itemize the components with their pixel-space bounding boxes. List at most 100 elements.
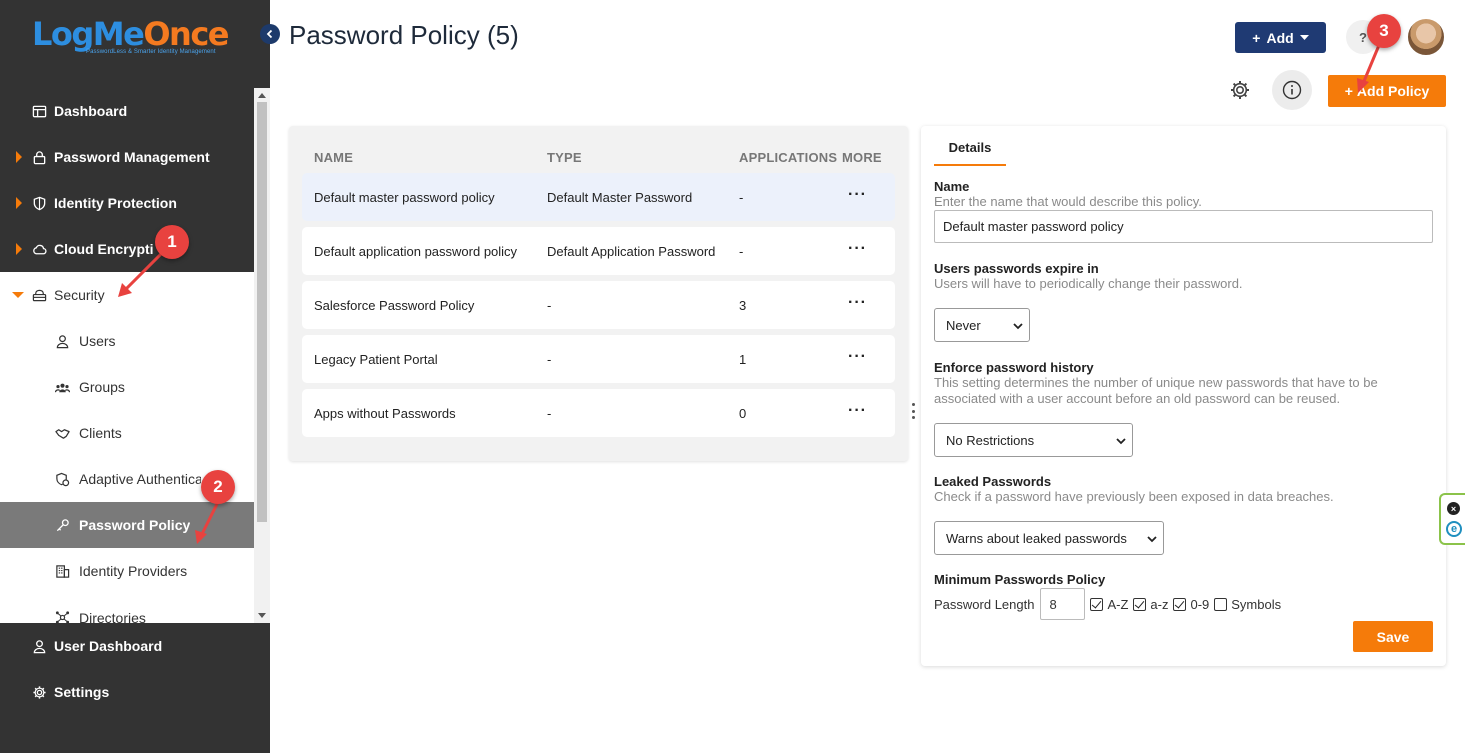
- policy-applications: 0: [739, 406, 747, 421]
- table-row[interactable]: Default master password policy Default M…: [302, 173, 895, 221]
- cloud-icon: [31, 241, 47, 257]
- more-options-icon[interactable]: ···: [848, 240, 867, 258]
- policy-type: -: [547, 406, 552, 421]
- sidebar-item-user-dashboard[interactable]: User Dashboard: [0, 623, 254, 669]
- scroll-down-arrow-icon[interactable]: [258, 613, 266, 618]
- more-options-icon[interactable]: ···: [848, 294, 867, 312]
- policy-applications: 3: [739, 298, 747, 313]
- gear-icon: [1231, 81, 1249, 99]
- sidebar-item-label: Password Management: [54, 149, 210, 165]
- collapse-sidebar-button[interactable]: [260, 24, 280, 44]
- add-button-label: Add: [1266, 29, 1294, 46]
- policy-name: Default master password policy: [314, 190, 495, 205]
- sidebar-item-users[interactable]: Users: [0, 318, 254, 364]
- caret-right-icon: [16, 243, 22, 255]
- adaptive-auth-icon: [54, 471, 70, 487]
- extension-logo-icon[interactable]: e: [1446, 521, 1462, 537]
- info-icon: [1282, 80, 1302, 100]
- history-select-value: No Restrictions: [946, 432, 1035, 448]
- more-options-icon[interactable]: ···: [848, 402, 867, 420]
- more-options-icon[interactable]: ···: [848, 348, 867, 366]
- digits-checkbox[interactable]: [1173, 597, 1187, 611]
- name-label: Name: [934, 179, 970, 194]
- sidebar-item-label: User Dashboard: [54, 638, 163, 654]
- groups-icon: [54, 379, 70, 395]
- avatar[interactable]: [1406, 17, 1446, 57]
- details-panel: Details Name Enter the name that would d…: [921, 126, 1446, 666]
- user-icon: [54, 333, 70, 349]
- history-help: This setting determines the number of un…: [934, 375, 1378, 406]
- policy-table: NAME TYPE APPLICATIONS MORE Default mast…: [289, 126, 908, 461]
- sidebar-item-password-management[interactable]: Password Management: [0, 134, 254, 180]
- key-icon: [54, 517, 70, 533]
- sidebar-item-dashboard[interactable]: Dashboard: [0, 88, 254, 134]
- sidebar-item-label: Identity Protection: [54, 195, 177, 211]
- lock-icon: [31, 149, 47, 165]
- dashboard-icon: [31, 103, 47, 119]
- expire-select[interactable]: Never: [934, 308, 1030, 342]
- building-icon: [54, 563, 70, 579]
- chevron-down-icon: [1116, 438, 1126, 445]
- sidebar-scrollbar[interactable]: [254, 88, 270, 623]
- scrollbar-thumb[interactable]: [257, 102, 267, 522]
- chevron-down-icon: [1013, 323, 1023, 330]
- leaked-select[interactable]: Warns about leaked passwords: [934, 521, 1164, 555]
- table-row[interactable]: Salesforce Password Policy - 3 ···: [302, 281, 895, 329]
- gear-icon: [31, 684, 47, 700]
- table-row[interactable]: Apps without Passwords - 0 ···: [302, 389, 895, 437]
- lowercase-checkbox[interactable]: [1133, 597, 1147, 611]
- policy-applications: 1: [739, 352, 747, 367]
- sidebar-item-label: Groups: [79, 379, 125, 395]
- handshake-icon: [54, 425, 70, 441]
- sidebar-item-label: Security: [54, 287, 105, 303]
- add-dropdown-button[interactable]: + Add: [1235, 22, 1326, 53]
- expire-label: Users passwords expire in: [934, 261, 1099, 276]
- uppercase-checkbox[interactable]: [1090, 597, 1104, 611]
- policy-type: -: [547, 352, 552, 367]
- password-length-input[interactable]: 8: [1040, 588, 1086, 620]
- save-button[interactable]: Save: [1353, 621, 1433, 652]
- info-button[interactable]: [1272, 70, 1312, 110]
- history-select[interactable]: No Restrictions: [934, 423, 1133, 457]
- policy-type: Default Application Password: [547, 244, 716, 259]
- logo-text-part1: LogMe: [32, 15, 145, 53]
- sidebar-item-identity-providers[interactable]: Identity Providers: [0, 548, 254, 594]
- sidebar-item-label: Settings: [54, 684, 110, 700]
- column-header-type[interactable]: TYPE: [547, 150, 582, 165]
- symbols-checkbox[interactable]: [1214, 597, 1228, 611]
- browser-extension-tab[interactable]: × e: [1439, 493, 1465, 545]
- annotation-marker-3: 3: [1367, 14, 1401, 48]
- sidebar-item-directories[interactable]: Directories: [0, 594, 254, 623]
- chevron-left-icon: [266, 29, 273, 39]
- sidebar-item-settings[interactable]: Settings: [0, 669, 254, 715]
- history-label: Enforce password history: [934, 360, 1094, 375]
- caret-right-icon: [16, 151, 22, 163]
- policy-type: Default Master Password: [547, 190, 693, 205]
- tab-details[interactable]: Details: [934, 140, 1006, 166]
- leaked-select-value: Warns about leaked passwords: [946, 530, 1127, 546]
- column-header-applications[interactable]: APPLICATIONS: [739, 150, 837, 165]
- policy-applications: -: [739, 244, 744, 259]
- min-policy-label: Minimum Passwords Policy: [934, 572, 1106, 587]
- panel-resize-handle[interactable]: [911, 403, 915, 419]
- digits-label: 0-9: [1190, 596, 1210, 612]
- sidebar-item-label: Users: [79, 333, 116, 349]
- security-icon: [31, 287, 47, 303]
- settings-gear-button[interactable]: [1228, 78, 1252, 102]
- sidebar-item-label: Password Policy: [79, 517, 191, 533]
- annotation-marker-1: 1: [155, 225, 189, 259]
- sidebar-item-clients[interactable]: Clients: [0, 410, 254, 456]
- directories-icon: [54, 609, 70, 623]
- sidebar-item-groups[interactable]: Groups: [0, 364, 254, 410]
- more-options-icon[interactable]: ···: [848, 186, 867, 204]
- table-row[interactable]: Legacy Patient Portal - 1 ···: [302, 335, 895, 383]
- close-icon[interactable]: ×: [1447, 502, 1460, 515]
- policy-name: Default application password policy: [314, 244, 518, 259]
- expire-help: Users will have to periodically change t…: [934, 276, 1243, 291]
- column-header-name[interactable]: NAME: [314, 150, 353, 165]
- scroll-up-arrow-icon[interactable]: [258, 93, 266, 98]
- logo: LogMeOnce PasswordLess & Smarter Identit…: [32, 16, 232, 62]
- table-row[interactable]: Default application password policy Defa…: [302, 227, 895, 275]
- policy-name-input[interactable]: Default master password policy: [934, 210, 1433, 243]
- sidebar-item-identity-protection[interactable]: Identity Protection: [0, 180, 254, 226]
